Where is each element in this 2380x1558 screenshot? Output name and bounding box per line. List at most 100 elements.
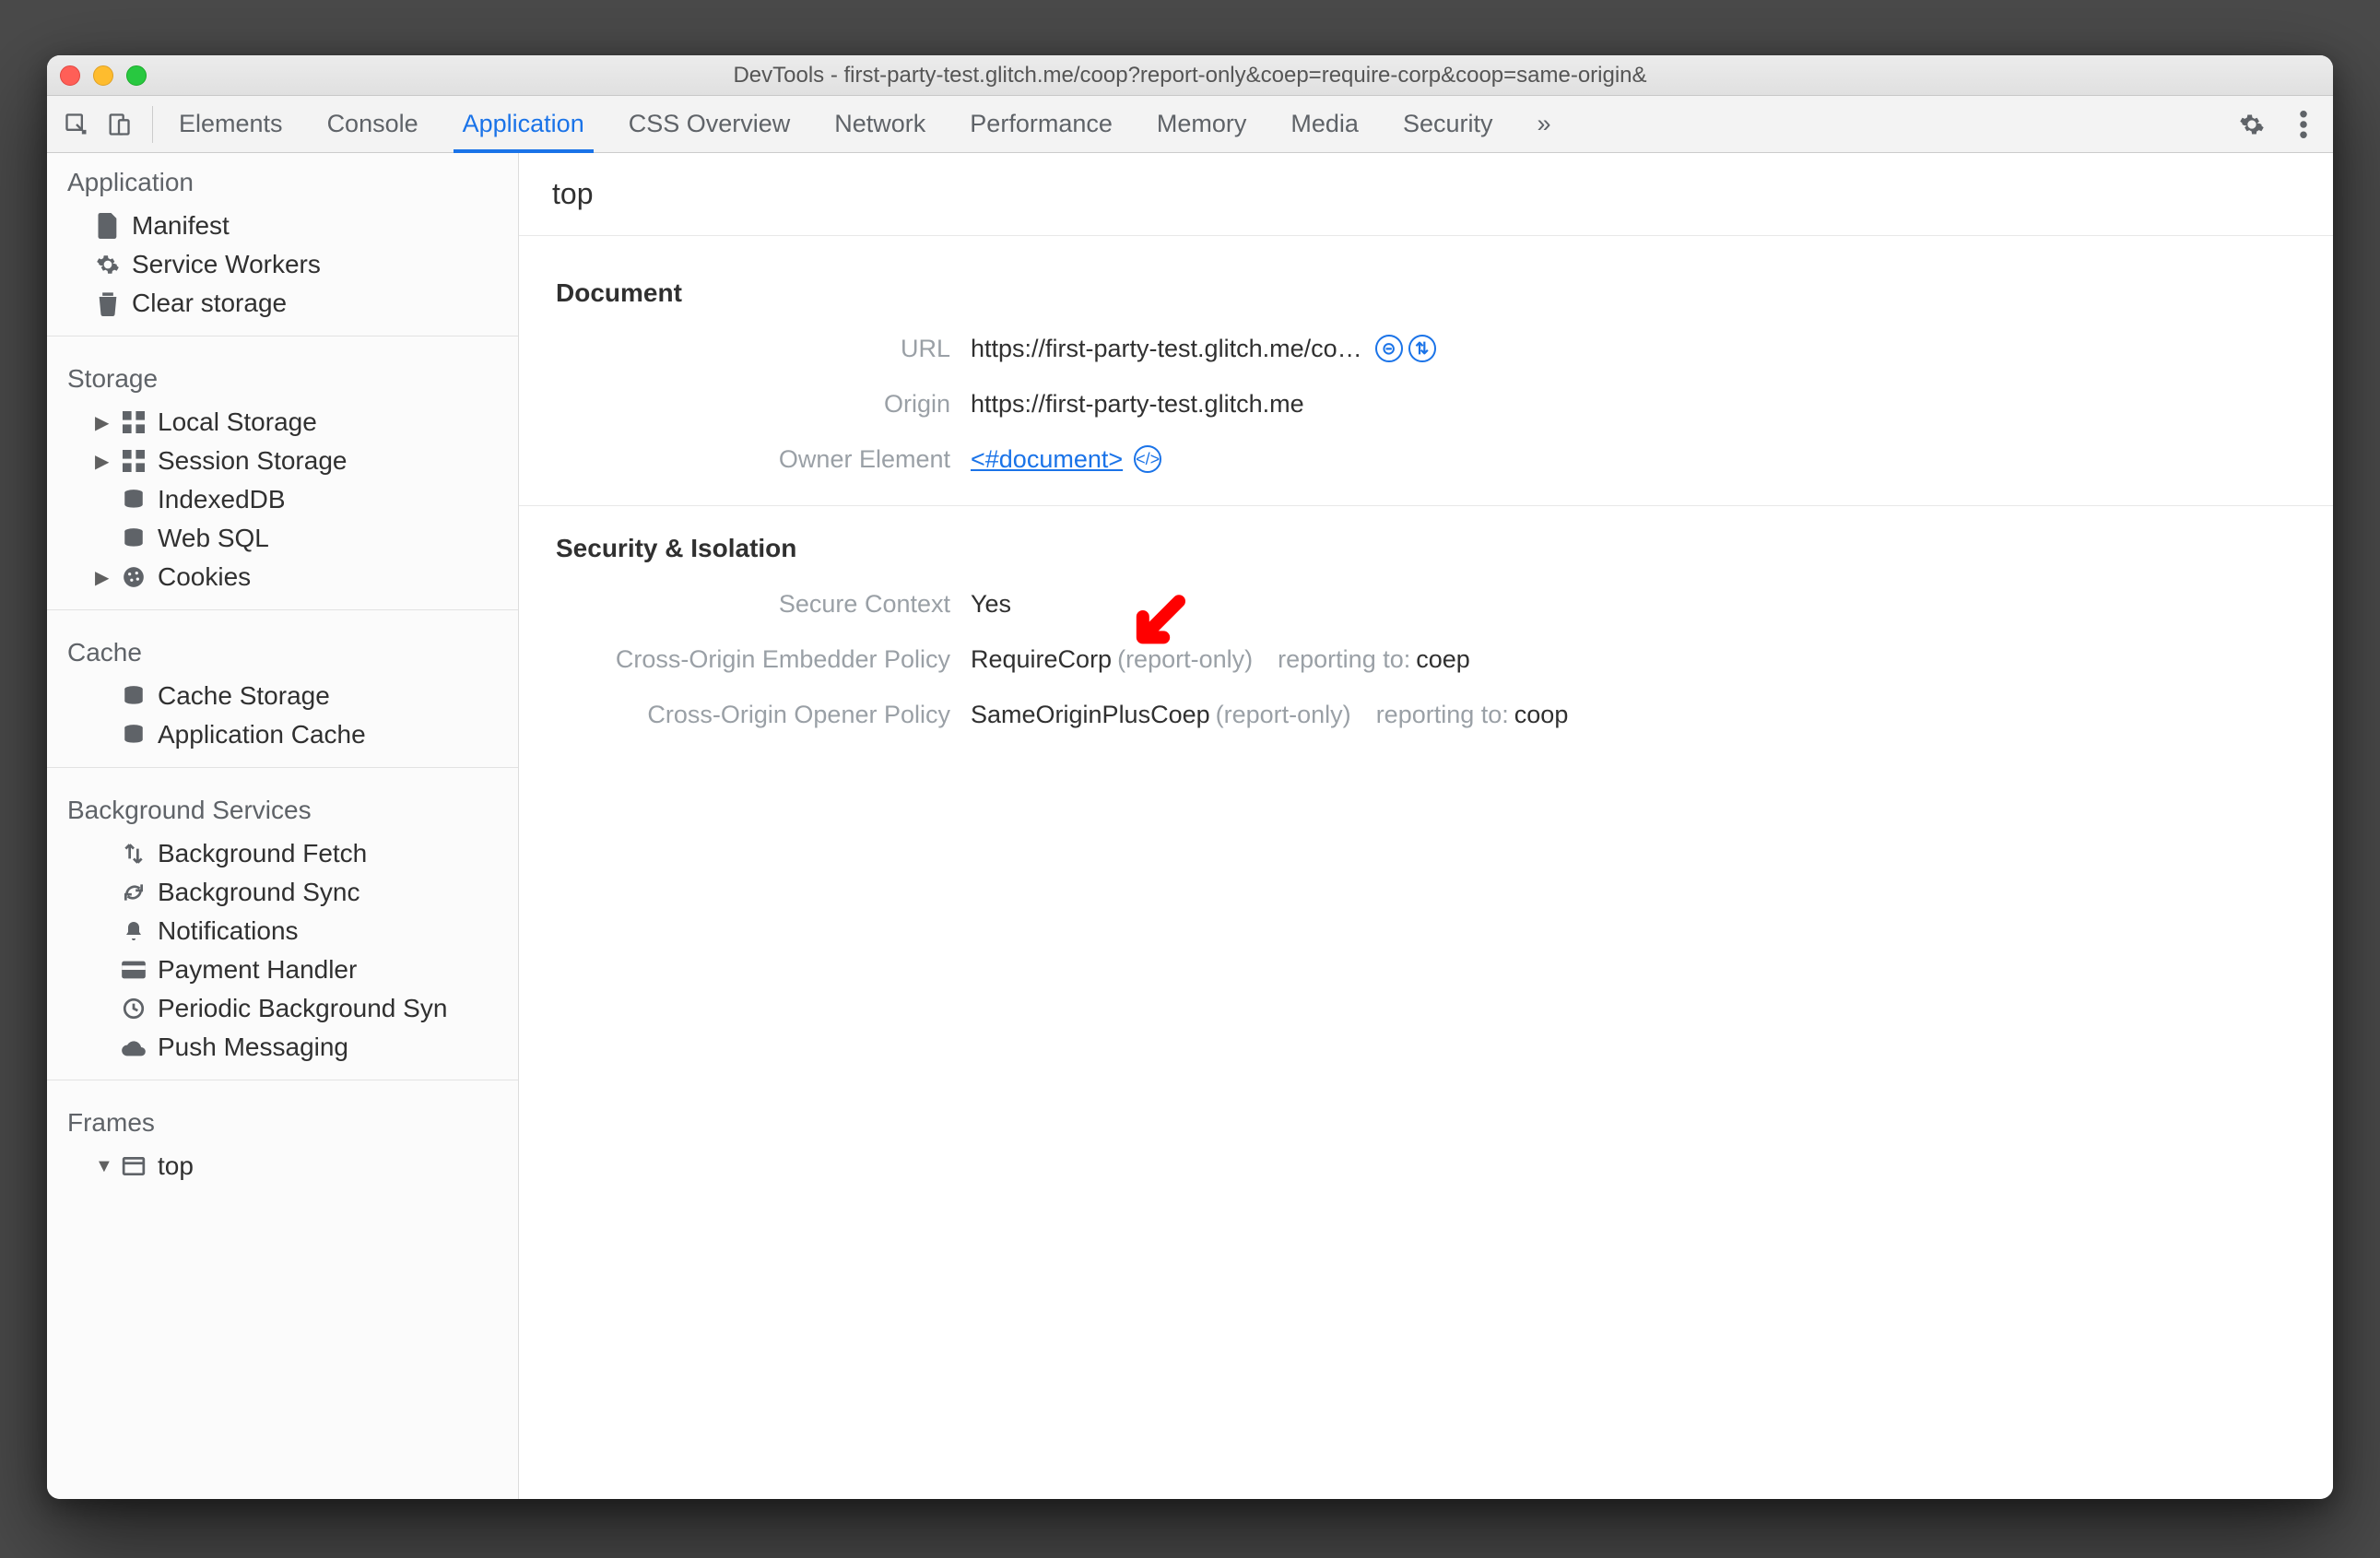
sidebar-section-cache: Cache <box>47 623 518 677</box>
sidebar-item-background-sync[interactable]: Background Sync <box>47 873 518 912</box>
sidebar-item-manifest[interactable]: Manifest <box>47 207 518 245</box>
coep-value: RequireCorp <box>971 645 1112 674</box>
content-area: Application Manifest Service Workers Cle… <box>47 153 2333 1499</box>
sidebar-item-notifications[interactable]: Notifications <box>47 912 518 950</box>
origin-value: https://first-party-test.glitch.me <box>971 390 1304 419</box>
trash-icon <box>95 290 121 316</box>
zoom-icon[interactable] <box>126 65 147 86</box>
main-toolbar: Elements Console Application CSS Overvie… <box>47 96 2333 153</box>
window-icon <box>121 1153 147 1179</box>
sidebar-item-session-storage[interactable]: ▶ Session Storage <box>47 442 518 480</box>
sidebar-section-application: Application <box>47 153 518 207</box>
tab-elements[interactable]: Elements <box>175 96 287 152</box>
settings-icon[interactable] <box>2239 112 2265 137</box>
sidebar-item-label: Service Workers <box>132 250 321 279</box>
sidebar-item-background-fetch[interactable]: Background Fetch <box>47 834 518 873</box>
sidebar-item-label: Session Storage <box>158 446 347 476</box>
origin-label: Origin <box>556 390 971 419</box>
tab-network[interactable]: Network <box>831 96 929 152</box>
sidebar-item-label: Background Sync <box>158 878 359 907</box>
sidebar-section-storage: Storage <box>47 349 518 403</box>
file-icon <box>95 213 121 239</box>
security-heading: Security & Isolation <box>556 534 2296 563</box>
minimize-icon[interactable] <box>93 65 113 86</box>
coop-report-value: coop <box>1514 701 1569 729</box>
sidebar-item-push-messaging[interactable]: Push Messaging <box>47 1028 518 1067</box>
sidebar-item-frame-top[interactable]: ▼ top <box>47 1147 518 1186</box>
close-icon[interactable] <box>60 65 80 86</box>
application-sidebar: Application Manifest Service Workers Cle… <box>47 153 519 1499</box>
reveal-elements-icon[interactable]: </> <box>1134 445 1161 473</box>
sidebar-item-periodic-sync[interactable]: Periodic Background Syn <box>47 989 518 1028</box>
sidebar-item-label: Cache Storage <box>158 681 330 711</box>
sidebar-item-cache-storage[interactable]: Cache Storage <box>47 677 518 715</box>
device-toggle-icon[interactable] <box>106 112 132 137</box>
sidebar-item-label: top <box>158 1151 194 1181</box>
sidebar-item-label: Notifications <box>158 916 299 946</box>
card-icon <box>121 957 147 983</box>
owner-element-link[interactable]: <#document> <box>971 445 1123 474</box>
grid-icon <box>121 409 147 435</box>
tab-performance[interactable]: Performance <box>966 96 1116 152</box>
more-icon[interactable] <box>2291 112 2316 137</box>
sidebar-item-label: Push Messaging <box>158 1033 348 1062</box>
clock-icon <box>121 996 147 1021</box>
sidebar-item-local-storage[interactable]: ▶ Local Storage <box>47 403 518 442</box>
sidebar-item-label: IndexedDB <box>158 485 286 514</box>
grid-icon <box>121 448 147 474</box>
coep-label: Cross-Origin Embedder Policy <box>556 645 971 674</box>
tabs-overflow[interactable]: » <box>1533 96 1554 152</box>
copy-icon[interactable]: ⊝ <box>1375 335 1403 362</box>
database-icon <box>121 683 147 709</box>
tab-security[interactable]: Security <box>1399 96 1497 152</box>
inspect-icon[interactable] <box>64 112 89 137</box>
document-heading: Document <box>556 278 2296 308</box>
tab-media[interactable]: Media <box>1287 96 1362 152</box>
coop-report-label: reporting to: <box>1376 701 1509 729</box>
arrows-icon <box>121 841 147 867</box>
tab-css-overview[interactable]: CSS Overview <box>625 96 795 152</box>
sidebar-item-clear-storage[interactable]: Clear storage <box>47 284 518 323</box>
tab-memory[interactable]: Memory <box>1153 96 1251 152</box>
database-icon <box>121 525 147 551</box>
coep-report-label: reporting to: <box>1278 645 1410 674</box>
sidebar-item-cookies[interactable]: ▶ Cookies <box>47 558 518 596</box>
sidebar-item-payment-handler[interactable]: Payment Handler <box>47 950 518 989</box>
database-icon <box>121 487 147 513</box>
window-title: DevTools - first-party-test.glitch.me/co… <box>47 63 2333 89</box>
frame-title: top <box>519 153 2333 236</box>
coop-mode: (report-only) <box>1216 701 1351 729</box>
sidebar-item-label: Manifest <box>132 211 230 241</box>
panel-tabs: Elements Console Application CSS Overvie… <box>175 96 1555 152</box>
gear-icon <box>95 252 121 277</box>
devtools-window: DevTools - first-party-test.glitch.me/co… <box>47 55 2333 1499</box>
secure-context-value: Yes <box>971 590 1011 619</box>
sidebar-item-label: Clear storage <box>132 289 287 318</box>
sidebar-section-bg-services: Background Services <box>47 781 518 834</box>
sidebar-item-application-cache[interactable]: Application Cache <box>47 715 518 754</box>
sidebar-item-label: Application Cache <box>158 720 366 749</box>
url-value: https://first-party-test.glitch.me/co… <box>971 335 1362 363</box>
sidebar-item-websql[interactable]: Web SQL <box>47 519 518 558</box>
titlebar: DevTools - first-party-test.glitch.me/co… <box>47 55 2333 96</box>
sidebar-item-label: Background Fetch <box>158 839 367 868</box>
tab-application[interactable]: Application <box>459 96 588 152</box>
reveal-icon[interactable]: ⇅ <box>1408 335 1436 362</box>
coop-label: Cross-Origin Opener Policy <box>556 701 971 729</box>
owner-element-label: Owner Element <box>556 445 971 474</box>
database-icon <box>121 722 147 748</box>
secure-context-label: Secure Context <box>556 590 971 619</box>
coop-value: SameOriginPlusCoep <box>971 701 1210 729</box>
cookie-icon <box>121 564 147 590</box>
sidebar-item-label: Web SQL <box>158 524 269 553</box>
annotation-arrow-icon <box>1127 591 1192 655</box>
tab-console[interactable]: Console <box>324 96 422 152</box>
traffic-lights <box>60 65 147 86</box>
sync-icon <box>121 879 147 905</box>
sidebar-section-frames: Frames <box>47 1093 518 1147</box>
url-label: URL <box>556 335 971 363</box>
coep-report-value: coep <box>1416 645 1470 674</box>
sidebar-item-indexeddb[interactable]: IndexedDB <box>47 480 518 519</box>
sidebar-item-service-workers[interactable]: Service Workers <box>47 245 518 284</box>
main-panel: top Document URL https://first-party-tes… <box>519 153 2333 1499</box>
